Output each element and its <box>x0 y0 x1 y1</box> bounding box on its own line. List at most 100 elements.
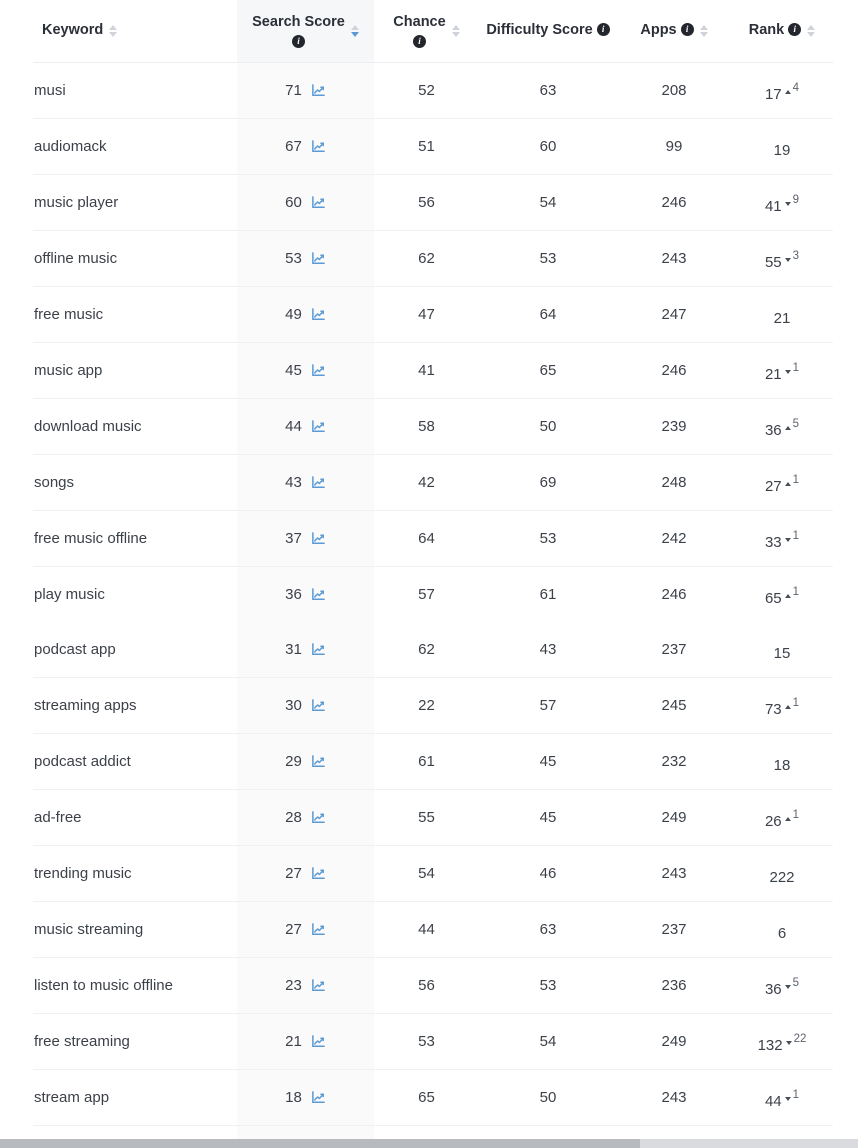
column-header-search-score[interactable]: Search Score i <box>237 0 374 63</box>
info-icon-apps[interactable]: i <box>680 22 694 36</box>
table-row[interactable]: free music 49 47 64 247 21 <box>33 286 833 343</box>
cell-keyword[interactable]: listen to music offline <box>33 957 237 1014</box>
line-chart-icon[interactable] <box>311 1034 326 1049</box>
cell-keyword[interactable]: free streaming <box>33 1013 237 1070</box>
line-chart-icon[interactable] <box>311 419 326 434</box>
line-chart-icon[interactable] <box>311 363 326 378</box>
horizontal-scrollbar[interactable] <box>0 1139 858 1148</box>
cell-apps: 239 <box>617 398 731 455</box>
cell-keyword[interactable]: streaming apps <box>33 677 237 734</box>
cell-keyword[interactable]: offline music <box>33 230 237 287</box>
table-row[interactable]: music player 60 56 54 246 41 9 <box>33 174 833 231</box>
horizontal-scrollbar-thumb[interactable] <box>0 1139 640 1148</box>
cell-chance: 43 <box>374 1125 479 1140</box>
cell-apps: 243 <box>617 1069 731 1126</box>
cell-chance: 56 <box>374 957 479 1014</box>
table-row[interactable]: ad-free 28 55 45 249 26 1 <box>33 789 833 846</box>
line-chart-icon[interactable] <box>311 922 326 937</box>
sort-toggle-search-score[interactable] <box>350 25 359 37</box>
table-row[interactable]: podcast addict 29 61 45 232 18 <box>33 733 833 790</box>
rank-delta-down: 9 <box>784 194 799 207</box>
cell-search-score: 44 <box>237 398 374 455</box>
cell-keyword[interactable]: trending music <box>33 845 237 902</box>
line-chart-icon[interactable] <box>311 866 326 881</box>
table-row[interactable]: stream app 18 65 50 243 44 1 <box>33 1069 833 1126</box>
table-scroll-viewport[interactable]: Keyword Search Score i Chance i Difficul… <box>33 0 858 1140</box>
cell-rank: 19 <box>731 118 833 175</box>
info-icon-difficulty-score[interactable]: i <box>596 22 610 36</box>
table-row[interactable]: free streaming 21 53 54 249 132 22 <box>33 1013 833 1070</box>
line-chart-icon[interactable] <box>311 978 326 993</box>
cell-chance: 55 <box>374 789 479 846</box>
cell-keyword[interactable]: play music <box>33 566 237 622</box>
line-chart-icon[interactable] <box>311 642 326 657</box>
sort-toggle-apps[interactable] <box>699 25 708 37</box>
cell-keyword[interactable]: music player <box>33 174 237 231</box>
table-row[interactable]: listen to music offline 23 56 53 236 36 5 <box>33 957 833 1014</box>
line-chart-icon[interactable] <box>311 139 326 154</box>
cell-search-score: 27 <box>237 901 374 958</box>
rank-delta-down: 3 <box>784 250 799 263</box>
table-row[interactable]: songs 43 42 69 248 27 1 <box>33 454 833 511</box>
cell-keyword[interactable]: free music offline <box>33 510 237 567</box>
cell-keyword[interactable]: free music <box>33 286 237 343</box>
table-row[interactable]: free music offline 37 64 53 242 33 1 <box>33 510 833 567</box>
cell-chance: 56 <box>374 174 479 231</box>
table-row[interactable]: streaming apps 30 22 57 245 73 1 <box>33 677 833 734</box>
cell-difficulty-score: 43 <box>479 622 617 678</box>
cell-keyword[interactable]: audiomack <box>33 118 237 175</box>
rank-delta-down: 1 <box>784 530 799 543</box>
column-header-keyword[interactable]: Keyword <box>33 0 237 63</box>
column-header-difficulty-score[interactable]: Difficulty Score i <box>479 0 617 63</box>
table-row[interactable]: listen to music184367247121 <box>33 1125 833 1140</box>
search-score-value: 31 <box>285 641 302 658</box>
cell-chance: 62 <box>374 622 479 678</box>
table-row[interactable]: music app 45 41 65 246 21 1 <box>33 342 833 399</box>
cell-keyword[interactable]: music streaming <box>33 901 237 958</box>
line-chart-icon[interactable] <box>311 195 326 210</box>
cell-keyword[interactable]: podcast addict <box>33 733 237 790</box>
cell-keyword[interactable]: stream app <box>33 1069 237 1126</box>
info-icon-rank[interactable]: i <box>788 22 802 36</box>
sort-toggle-rank[interactable] <box>807 25 816 37</box>
search-score-value: 28 <box>285 809 302 826</box>
table-row[interactable]: musi 71 52 63 208 17 4 <box>33 62 833 119</box>
sort-toggle-chance[interactable] <box>451 25 460 37</box>
line-chart-icon[interactable] <box>311 810 326 825</box>
line-chart-icon[interactable] <box>311 698 326 713</box>
column-header-rank-label: Rank i <box>749 21 802 41</box>
line-chart-icon[interactable] <box>311 531 326 546</box>
cell-keyword[interactable]: listen to music <box>33 1125 237 1140</box>
line-chart-icon[interactable] <box>311 1090 326 1105</box>
info-icon-search-score[interactable]: i <box>291 34 305 48</box>
table-row[interactable]: podcast app 31 62 43 237 15 <box>33 622 833 678</box>
cell-keyword[interactable]: ad-free <box>33 789 237 846</box>
info-icon-chance[interactable]: i <box>412 34 426 48</box>
rank-delta-value: 22 <box>793 1033 807 1045</box>
column-header-chance[interactable]: Chance i <box>374 0 479 63</box>
cell-chance: 52 <box>374 62 479 119</box>
table-row[interactable]: trending music 27 54 46 243 222 <box>33 845 833 902</box>
table-row[interactable]: music streaming 27 44 63 237 6 <box>33 901 833 958</box>
line-chart-icon[interactable] <box>311 83 326 98</box>
cell-keyword[interactable]: download music <box>33 398 237 455</box>
table-row[interactable]: offline music 53 62 53 243 55 3 <box>33 230 833 287</box>
column-header-apps[interactable]: Apps i <box>617 0 731 63</box>
line-chart-icon[interactable] <box>311 587 326 602</box>
column-header-rank[interactable]: Rank i <box>731 0 833 63</box>
cell-keyword[interactable]: songs <box>33 454 237 511</box>
cell-apps: 249 <box>617 1013 731 1070</box>
sort-toggle-keyword[interactable] <box>109 25 118 37</box>
line-chart-icon[interactable] <box>311 251 326 266</box>
table-row[interactable]: play music 36 57 61 246 65 1 <box>33 566 833 622</box>
cell-keyword[interactable]: podcast app <box>33 622 237 678</box>
line-chart-icon[interactable] <box>311 754 326 769</box>
line-chart-icon[interactable] <box>311 475 326 490</box>
line-chart-icon[interactable] <box>311 307 326 322</box>
table-row[interactable]: audiomack 67 51 60 99 19 <box>33 118 833 175</box>
table-header: Keyword Search Score i Chance i Difficul… <box>33 0 833 63</box>
cell-search-score: 28 <box>237 789 374 846</box>
table-row[interactable]: download music 44 58 50 239 36 5 <box>33 398 833 455</box>
cell-keyword[interactable]: music app <box>33 342 237 399</box>
cell-keyword[interactable]: musi <box>33 62 237 119</box>
